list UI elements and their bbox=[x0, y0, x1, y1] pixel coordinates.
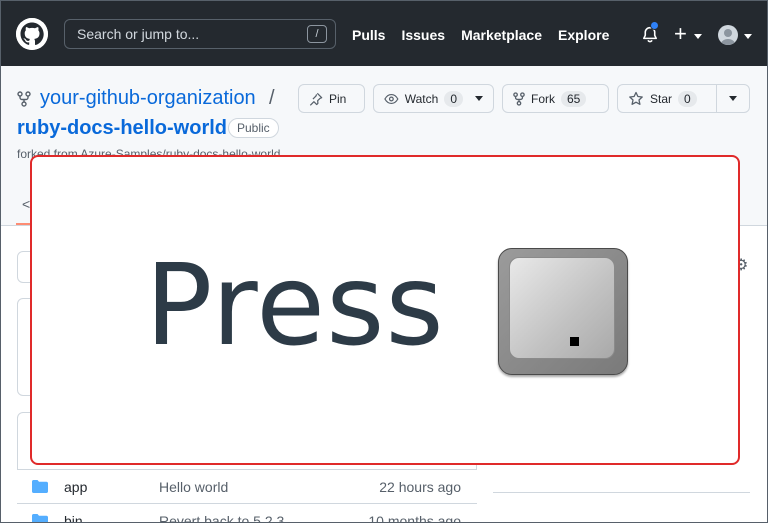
search-shortcut-key: / bbox=[307, 25, 327, 43]
watch-button[interactable]: Watch 0 bbox=[373, 84, 494, 113]
avatar[interactable] bbox=[718, 25, 738, 45]
eye-icon bbox=[384, 93, 399, 104]
star-count: 0 bbox=[678, 90, 697, 107]
create-caret-icon[interactable] bbox=[694, 34, 702, 39]
global-header: Search or jump to... / Pulls Issues Mark… bbox=[0, 0, 768, 66]
keycap-face bbox=[509, 257, 615, 359]
pin-button[interactable]: Pin bbox=[298, 84, 365, 113]
nav-issues[interactable]: Issues bbox=[401, 27, 445, 43]
folder-icon bbox=[32, 480, 48, 493]
watch-label: Watch bbox=[404, 91, 439, 106]
watch-caret-icon[interactable] bbox=[475, 96, 483, 101]
star-label: Star bbox=[650, 91, 673, 106]
star-icon bbox=[629, 91, 643, 105]
key-press-overlay: Press bbox=[30, 155, 740, 465]
pin-label: Pin bbox=[329, 91, 347, 106]
table-row[interactable]: bin Revert back to 5.2.3 10 months ago bbox=[17, 503, 477, 523]
global-nav: Pulls Issues Marketplace Explore bbox=[352, 27, 609, 43]
commit-message[interactable]: Revert back to 5.2.3 bbox=[159, 513, 284, 523]
repo-forked-icon bbox=[17, 91, 31, 107]
fork-count: 65 bbox=[561, 90, 587, 107]
commit-age: 10 months ago bbox=[368, 512, 461, 523]
repo-owner-link[interactable]: your-github-organization bbox=[40, 87, 256, 110]
pin-icon bbox=[309, 92, 323, 106]
avatar-caret-icon[interactable] bbox=[744, 34, 752, 39]
commit-age: 22 hours ago bbox=[379, 478, 461, 495]
folder-icon bbox=[32, 514, 48, 523]
visibility-badge: Public bbox=[228, 118, 279, 138]
commit-message[interactable]: Hello world bbox=[159, 479, 228, 495]
search-input[interactable]: Search or jump to... / bbox=[64, 19, 336, 49]
keycap-period-mark bbox=[570, 337, 579, 346]
nav-marketplace[interactable]: Marketplace bbox=[461, 27, 542, 43]
notification-indicator bbox=[650, 21, 659, 30]
path-separator: / bbox=[269, 87, 275, 109]
fork-icon bbox=[513, 91, 525, 106]
watch-count: 0 bbox=[444, 90, 463, 107]
github-logo-icon[interactable] bbox=[16, 18, 48, 50]
fork-label: Fork bbox=[531, 91, 555, 106]
star-caret-icon bbox=[729, 96, 737, 101]
star-list-dropdown[interactable] bbox=[716, 84, 750, 113]
fork-button[interactable]: Fork 65 bbox=[502, 84, 609, 113]
search-placeholder: Search or jump to... bbox=[77, 26, 200, 42]
repo-name-link[interactable]: ruby-docs-hello-world bbox=[17, 117, 227, 140]
file-name[interactable]: app bbox=[64, 479, 87, 495]
sidebar-divider bbox=[493, 492, 750, 493]
table-row[interactable]: app Hello world 22 hours ago bbox=[17, 469, 477, 503]
file-name[interactable]: bin bbox=[64, 513, 83, 523]
star-button[interactable]: Star 0 bbox=[617, 84, 717, 113]
keycap-icon bbox=[498, 248, 628, 375]
create-new-icon[interactable]: + bbox=[674, 23, 687, 45]
nav-pulls[interactable]: Pulls bbox=[352, 27, 385, 43]
press-instruction-text: Press bbox=[145, 241, 445, 371]
code-tab-icon[interactable]: < bbox=[22, 196, 30, 212]
nav-explore[interactable]: Explore bbox=[558, 27, 609, 43]
